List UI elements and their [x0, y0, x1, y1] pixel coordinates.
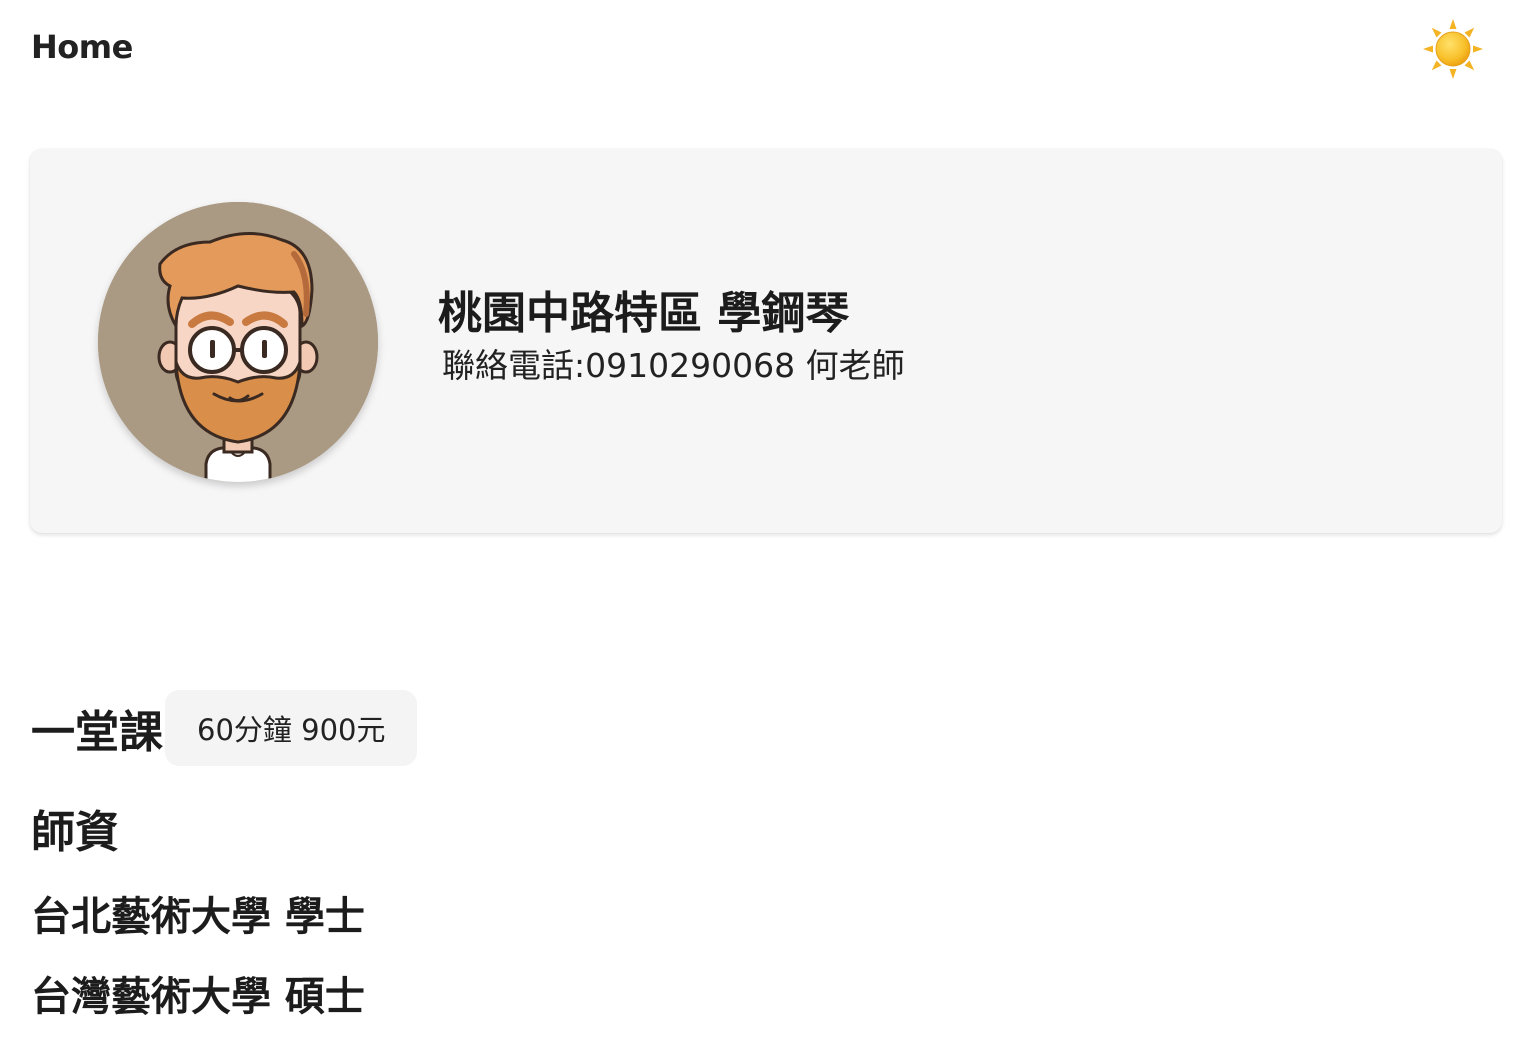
home-link[interactable]: Home — [31, 28, 133, 66]
lesson-price-row: 一堂課 60分鐘 900元 — [31, 690, 418, 766]
lesson-label: 一堂課 — [31, 707, 163, 758]
credential-item: 台灣藝術大學 碩士 — [31, 974, 365, 1020]
top-bar: Home — [0, 0, 1514, 100]
sun-icon — [1423, 19, 1483, 79]
contact-phone: 聯絡電話:0910290068 何老師 — [442, 346, 905, 385]
credential-item: 台北藝術大學 學士 — [31, 894, 365, 940]
page: Home 桃園中路特區 學鋼琴 聯絡電話:0910290068 何老師 一堂課 … — [0, 0, 1514, 1054]
credentials-heading: 師資 — [31, 807, 119, 858]
price-badge: 60分鐘 900元 — [165, 690, 418, 766]
bearded-man-avatar-icon — [98, 202, 378, 482]
theme-toggle-button[interactable] — [1422, 18, 1484, 80]
avatar — [98, 202, 378, 482]
profile-title: 桃園中路特區 學鋼琴 — [438, 288, 850, 339]
profile-card: 桃園中路特區 學鋼琴 聯絡電話:0910290068 何老師 — [30, 149, 1502, 533]
